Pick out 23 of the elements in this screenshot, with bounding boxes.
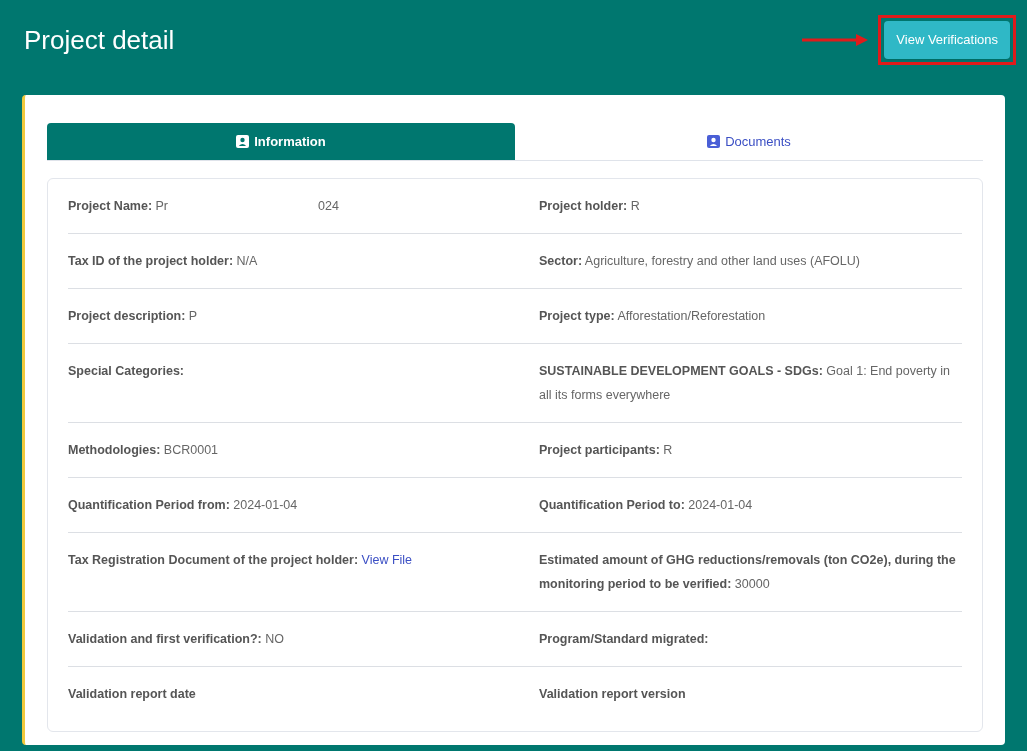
detail-field: Methodologies: BCR0001 bbox=[68, 438, 475, 462]
detail-field: Validation report version bbox=[539, 682, 962, 706]
detail-field: Program/Standard migrated: bbox=[539, 627, 962, 651]
detail-field: Validation report date bbox=[68, 682, 475, 706]
detail-field: SUSTAINABLE DEVELOPMENT GOALS - SDGs: Goal 1: End poverty in all its forms everywhere bbox=[539, 359, 962, 407]
detail-field: Project description: P bbox=[68, 304, 475, 328]
detail-field: Quantification Period to: 2024-01-04 bbox=[539, 493, 962, 517]
detail-field: Project type: Afforestation/Reforestation bbox=[539, 304, 962, 328]
detail-field: Special Categories: bbox=[68, 359, 475, 383]
detail-field: Estimated amount of GHG reductions/removals (ton CO2e), during the monitoring period to be verified: 30000 bbox=[539, 548, 962, 596]
detail-field: Project Name: Pr 024 bbox=[68, 194, 475, 218]
detail-field: Quantification Period from: 2024-01-04 bbox=[68, 493, 475, 517]
detail-field: Project participants: R bbox=[539, 438, 962, 462]
detail-field: Tax Registration Document of the project holder: View File bbox=[68, 548, 475, 572]
detail-field: Tax ID of the project holder: N/A bbox=[68, 249, 475, 273]
contact-card-icon bbox=[707, 135, 721, 148]
page-title: Project detail bbox=[24, 23, 175, 57]
view-file-link[interactable]: View File bbox=[361, 553, 413, 567]
detail-field: Validation and first verification?: NO bbox=[68, 627, 475, 651]
detail-field: Sector: Agriculture, forestry and other land uses (AFOLU) bbox=[539, 249, 962, 273]
contact-card-icon bbox=[236, 135, 250, 148]
detail-field: Project holder: R bbox=[539, 194, 962, 218]
tab[interactable]: Information bbox=[47, 123, 515, 160]
